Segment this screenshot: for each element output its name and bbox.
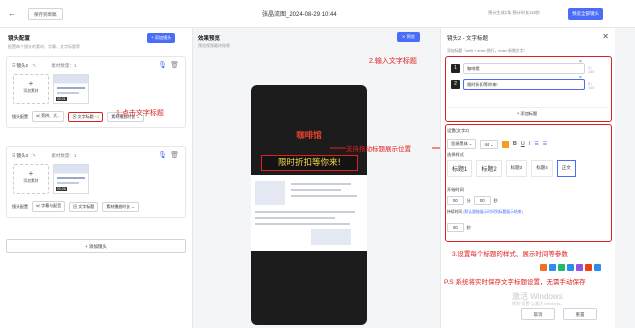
start-minute-input[interactable]: 00 xyxy=(447,196,464,205)
footer-buttons: 取消 重置 xyxy=(521,308,597,320)
bold-icon[interactable]: B xyxy=(513,141,517,147)
title-index: 2 xyxy=(451,80,460,89)
char-count: 3 / 100 xyxy=(588,66,595,74)
setting-label: 设置(文字2) xyxy=(447,128,469,133)
style-options: 标题1 标题2 标题3 标题4 正文 xyxy=(447,160,576,177)
app-icon[interactable] xyxy=(567,264,574,271)
annotation-ps: P.S 系统将实时保存文字标题设置，无需手动保存 xyxy=(444,279,586,286)
windows-watermark-sub: 转到"设置"以激活 Windows。 xyxy=(512,301,565,306)
title-row: 2 限时折扣等你来! × 8 / 100 xyxy=(451,75,596,90)
panel-title: 镜头2 - 文字标题 xyxy=(447,36,488,42)
font-toolbar: 思源黑体 ⌄ 44 ⌄ B U I ☰ ☰ xyxy=(447,139,547,149)
reset-button[interactable]: 重置 xyxy=(563,308,597,320)
style-label: 选择样式 xyxy=(447,152,464,157)
style-option[interactable]: 正文 xyxy=(556,160,576,177)
underline-icon[interactable]: U xyxy=(521,141,525,147)
title-index: 1 xyxy=(451,64,460,73)
style-option[interactable]: 标题1 xyxy=(447,160,473,177)
style-option[interactable]: 标题2 xyxy=(476,160,502,177)
italic-icon[interactable]: I xyxy=(529,141,531,147)
system-tray xyxy=(540,264,601,271)
add-title-hint: 添加标题（shift + enter 换行，enter 新增文字） xyxy=(447,49,528,53)
font-select[interactable]: 思源黑体 ⌄ xyxy=(447,139,477,149)
title-input[interactable]: 限时折扣等你来! xyxy=(463,79,585,90)
app-icon[interactable] xyxy=(585,264,592,271)
duration-row: 00 秒 xyxy=(447,223,471,232)
align-left-icon[interactable]: ☰ xyxy=(543,141,547,147)
duration-label: 持续时间 (默认跟随展示时间到标题展示结束) xyxy=(447,210,523,214)
align-center-icon[interactable]: ☰ xyxy=(534,141,538,147)
start-time-row: 00 分 00 秒 xyxy=(447,196,498,205)
style-option[interactable]: 标题4 xyxy=(531,160,553,177)
char-count: 8 / 100 xyxy=(588,82,595,90)
start-time-label: 开始时间 xyxy=(447,187,464,192)
clear-icon[interactable]: × xyxy=(579,59,582,65)
app-icon[interactable] xyxy=(540,264,547,271)
app-icon[interactable] xyxy=(576,264,583,271)
app-icon[interactable] xyxy=(594,264,601,271)
cancel-button[interactable]: 取消 xyxy=(521,308,555,320)
app-icon[interactable] xyxy=(558,264,565,271)
annotation-step3-text: 3.设置每个标题的样式、展示时间等参数 xyxy=(452,251,568,258)
duration-input[interactable]: 00 xyxy=(447,223,464,232)
close-icon[interactable]: ✕ xyxy=(602,32,609,41)
style-option[interactable]: 标题3 xyxy=(505,160,528,177)
app-icon[interactable] xyxy=(549,264,556,271)
clear-icon[interactable]: × xyxy=(579,75,582,81)
title-input[interactable]: 咖啡馆 xyxy=(463,63,585,74)
start-second-input[interactable]: 00 xyxy=(473,196,491,205)
color-swatch[interactable] xyxy=(501,140,509,148)
font-size-select[interactable]: 44 ⌄ xyxy=(480,139,498,149)
title-row: 1 咖啡馆 × 3 / 100 xyxy=(451,59,596,74)
add-title-button[interactable]: + 添加标题 xyxy=(447,107,607,118)
